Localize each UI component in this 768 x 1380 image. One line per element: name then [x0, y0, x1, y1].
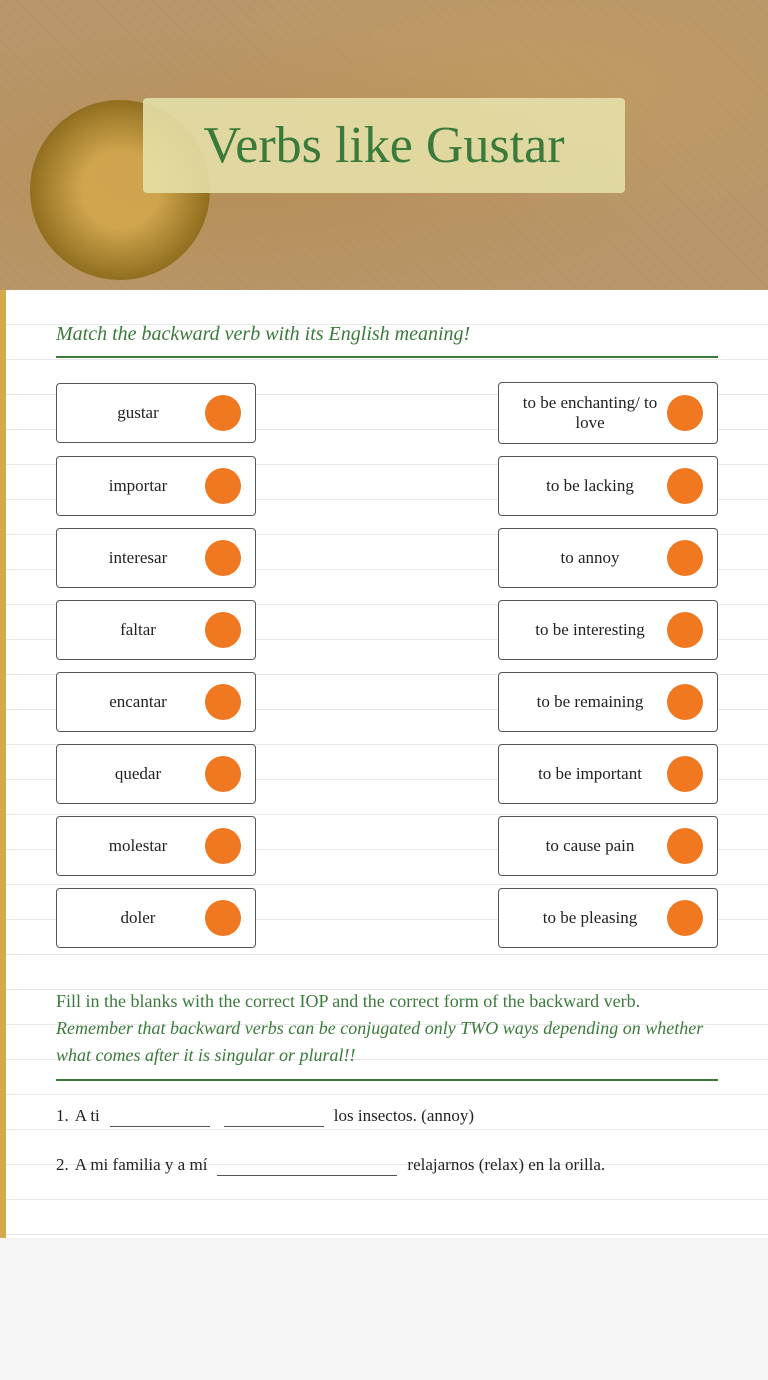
- match-card-right[interactable]: to be pleasing: [498, 888, 718, 948]
- fill-blank-2[interactable]: [224, 1105, 324, 1127]
- fill-item-2: 2. A mi familia y a mí relajarnos (relax…: [56, 1150, 718, 1181]
- verb-spanish: interesar: [71, 548, 205, 568]
- fill-blank-1[interactable]: [110, 1105, 210, 1127]
- fill-text-after: relajarnos (relax) en la orilla.: [407, 1150, 605, 1181]
- fill-instructions: Fill in the blanks with the correct IOP …: [56, 988, 718, 1081]
- dot-left[interactable]: [205, 828, 241, 864]
- section1-title: Match the backward verb with its English…: [56, 320, 718, 358]
- hero-title-box: Verbs like Gustar: [143, 98, 624, 193]
- dot-right[interactable]: [667, 395, 703, 431]
- dot-left[interactable]: [205, 540, 241, 576]
- match-card-left[interactable]: faltar: [56, 600, 256, 660]
- verb-spanish: encantar: [71, 692, 205, 712]
- dot-right[interactable]: [667, 540, 703, 576]
- match-card-left[interactable]: interesar: [56, 528, 256, 588]
- match-row: interesar to annoy: [56, 528, 718, 588]
- match-card-left[interactable]: doler: [56, 888, 256, 948]
- fill-section: Fill in the blanks with the correct IOP …: [56, 988, 718, 1180]
- fill-text-before: A ti: [75, 1101, 100, 1132]
- match-card-right[interactable]: to be enchanting/ to love: [498, 382, 718, 444]
- match-row: molestar to cause pain: [56, 816, 718, 876]
- dot-right[interactable]: [667, 468, 703, 504]
- match-row: doler to be pleasing: [56, 888, 718, 948]
- fill-item-1: 1. A ti los insectos. (annoy): [56, 1101, 718, 1132]
- dot-left[interactable]: [205, 900, 241, 936]
- match-row: quedar to be important: [56, 744, 718, 804]
- connector: [260, 773, 494, 775]
- fill-instruction-main: Fill in the blanks with the correct IOP …: [56, 991, 640, 1011]
- match-container: gustar to be enchanting/ to love importa…: [56, 382, 718, 948]
- fill-text-before: A mi familia y a mí: [75, 1150, 208, 1181]
- hero-section: Verbs like Gustar: [0, 0, 768, 290]
- connector: [260, 701, 494, 703]
- match-card-left[interactable]: gustar: [56, 383, 256, 443]
- dot-right[interactable]: [667, 612, 703, 648]
- dot-left[interactable]: [205, 468, 241, 504]
- dot-left[interactable]: [205, 395, 241, 431]
- match-row: importar to be lacking: [56, 456, 718, 516]
- connector: [260, 412, 494, 414]
- match-card-right[interactable]: to be lacking: [498, 456, 718, 516]
- match-card-left[interactable]: quedar: [56, 744, 256, 804]
- dot-left[interactable]: [205, 756, 241, 792]
- main-content: Match the backward verb with its English…: [0, 290, 768, 1238]
- verb-spanish: doler: [71, 908, 205, 928]
- dot-right[interactable]: [667, 900, 703, 936]
- verb-spanish: importar: [71, 476, 205, 496]
- verb-english: to be lacking: [513, 476, 667, 496]
- match-card-right[interactable]: to annoy: [498, 528, 718, 588]
- match-card-right[interactable]: to be important: [498, 744, 718, 804]
- match-card-right[interactable]: to cause pain: [498, 816, 718, 876]
- verb-english: to be interesting: [513, 620, 667, 640]
- match-card-left[interactable]: molestar: [56, 816, 256, 876]
- match-card-right[interactable]: to be remaining: [498, 672, 718, 732]
- dot-right[interactable]: [667, 828, 703, 864]
- fill-number: 2.: [56, 1150, 69, 1181]
- match-row: encantar to be remaining: [56, 672, 718, 732]
- verb-english: to be pleasing: [513, 908, 667, 928]
- fill-blank-wide[interactable]: [217, 1154, 397, 1176]
- dot-left[interactable]: [205, 684, 241, 720]
- match-card-left[interactable]: importar: [56, 456, 256, 516]
- connector: [260, 629, 494, 631]
- verb-english: to be important: [513, 764, 667, 784]
- dot-left[interactable]: [205, 612, 241, 648]
- fill-instruction-italic: Remember that backward verbs can be conj…: [56, 1018, 703, 1065]
- verb-spanish: gustar: [71, 403, 205, 423]
- verb-english: to cause pain: [513, 836, 667, 856]
- verb-english: to be enchanting/ to love: [513, 393, 667, 433]
- verb-spanish: molestar: [71, 836, 205, 856]
- page-title: Verbs like Gustar: [203, 116, 564, 175]
- verb-spanish: quedar: [71, 764, 205, 784]
- fill-number: 1.: [56, 1101, 69, 1132]
- connector: [260, 485, 494, 487]
- match-row: faltar to be interesting: [56, 600, 718, 660]
- dot-right[interactable]: [667, 684, 703, 720]
- connector: [260, 557, 494, 559]
- connector: [260, 917, 494, 919]
- match-card-right[interactable]: to be interesting: [498, 600, 718, 660]
- fill-text-after: los insectos. (annoy): [334, 1101, 474, 1132]
- connector: [260, 845, 494, 847]
- verb-english: to annoy: [513, 548, 667, 568]
- verb-spanish: faltar: [71, 620, 205, 640]
- match-card-left[interactable]: encantar: [56, 672, 256, 732]
- match-row: gustar to be enchanting/ to love: [56, 382, 718, 444]
- dot-right[interactable]: [667, 756, 703, 792]
- verb-english: to be remaining: [513, 692, 667, 712]
